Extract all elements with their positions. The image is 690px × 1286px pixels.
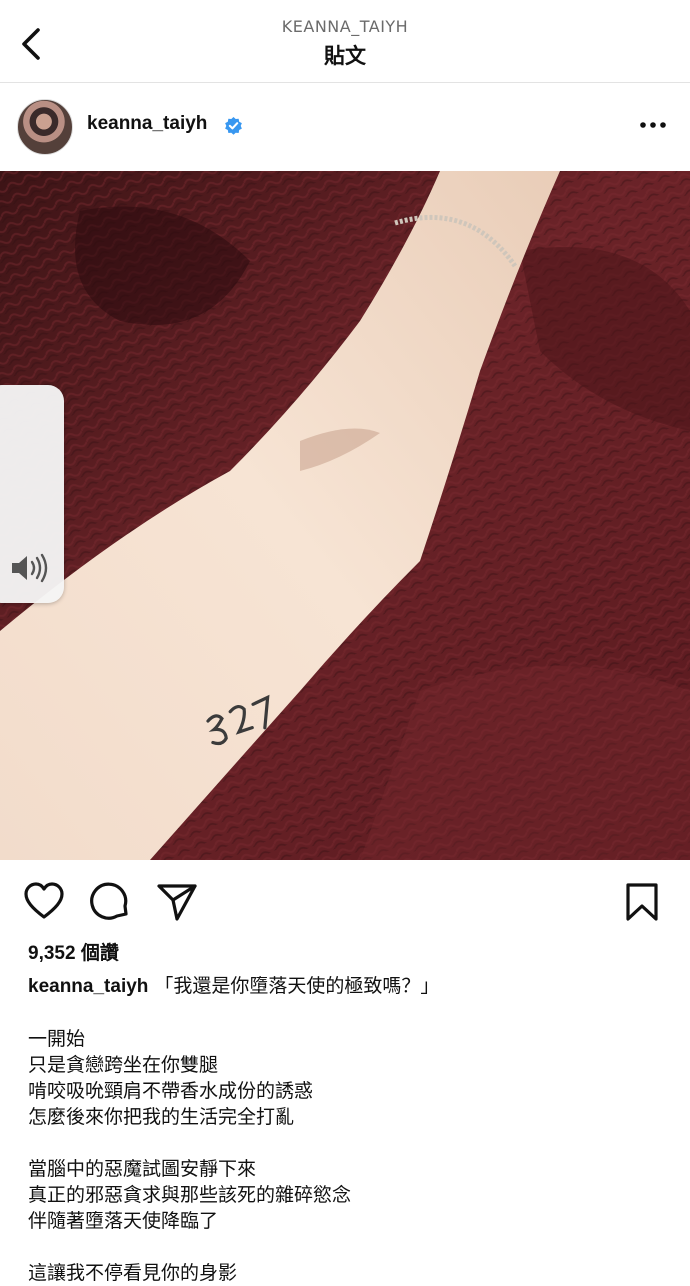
volume-panel[interactable] xyxy=(0,385,64,603)
caption-line: 當腦中的惡魔試圖安靜下來 xyxy=(28,1158,257,1180)
bookmark-icon[interactable] xyxy=(620,880,664,924)
avatar[interactable] xyxy=(17,99,73,155)
caption-line: 怎麼後來你把我的生活完全打亂 xyxy=(28,1106,295,1128)
page-title: 貼文 xyxy=(324,44,366,68)
caption-first-line: keanna_taiyh 「我還是你墮落天使的極致嗎？」 xyxy=(28,973,668,1000)
likes-unit: 個讚 xyxy=(80,942,119,964)
speaker-icon[interactable] xyxy=(8,551,50,585)
likes-number: 9,352 xyxy=(28,943,76,964)
caption-line: 真正的邪惡貪求與那些該死的雜碎慾念 xyxy=(28,1184,352,1206)
send-icon[interactable] xyxy=(155,880,199,924)
top-bar: KEANNA_TAIYH 貼文 xyxy=(0,0,690,83)
more-horizontal-icon[interactable] xyxy=(636,111,670,139)
heart-icon[interactable] xyxy=(22,880,66,924)
caption-quote: 「我還是你墮落天使的極致嗎？」 xyxy=(154,975,440,997)
verified-badge-icon xyxy=(225,116,242,135)
caption-line: 啃咬吸吮頸肩不帶香水成份的誘惑 xyxy=(28,1080,314,1102)
caption: keanna_taiyh 「我還是你墮落天使的極致嗎？」 一開始 只是貪戀跨坐在你… xyxy=(28,973,668,1286)
likes-count[interactable]: 9,352 個讚 xyxy=(28,938,119,965)
post-username[interactable]: keanna_taiyh xyxy=(87,113,207,135)
caption-line: 只是貪戀跨坐在你雙腿 xyxy=(28,1054,219,1076)
caption-line: 一開始 xyxy=(28,1028,86,1050)
post-image[interactable] xyxy=(0,171,690,860)
post-photo-illustration xyxy=(0,171,690,860)
comment-bubble-icon[interactable] xyxy=(88,880,132,924)
post-header: keanna_taiyh xyxy=(0,83,690,171)
caption-line: 這讓我不停看見你的身影 xyxy=(28,1262,238,1284)
action-bar xyxy=(0,870,690,932)
caption-username[interactable]: keanna_taiyh xyxy=(28,976,148,997)
account-name: KEANNA_TAIYH xyxy=(281,17,409,36)
caption-line: 伴隨著墮落天使降臨了 xyxy=(28,1210,219,1232)
